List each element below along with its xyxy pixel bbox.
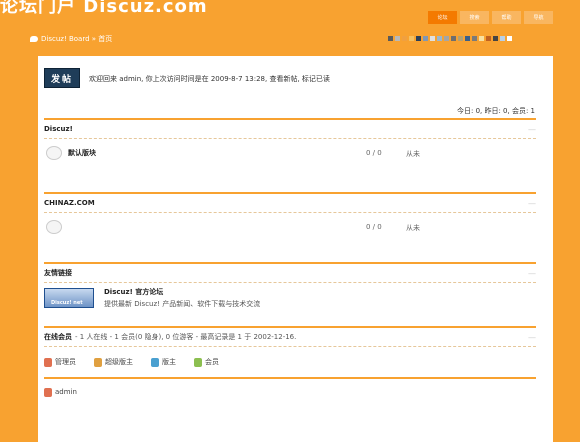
style-swatch[interactable] (409, 36, 414, 41)
category-chinaz: CHINAZ.COM — 0 / 0 从未 (44, 192, 536, 241)
legend-super-moderator: 超级版主 (94, 357, 133, 367)
forum-counts: 0 / 0 (366, 223, 382, 231)
style-swatch[interactable] (423, 36, 428, 41)
links-header: 友情链接 — (44, 264, 536, 282)
style-swatch[interactable] (451, 36, 456, 41)
online-summary: - 1 人在线 - 1 会员(0 隐身), 0 位游客 - 最高记录是 1 于 … (75, 333, 297, 341)
user-icon (151, 357, 159, 367)
style-switcher (388, 36, 512, 41)
main-panel: 发帖 欢迎回来 admin, 你上次访问时间是在 2009-8-7 13:28,… (38, 56, 553, 442)
forum-name[interactable]: 默认版块 (68, 148, 96, 158)
style-swatch[interactable] (479, 36, 484, 41)
category-header: CHINAZ.COM — (44, 194, 536, 212)
top-navigation: 论坛 搜索 帮助 导航 (428, 11, 553, 24)
breadcrumb-text[interactable]: Discuz! Board » 首页 (41, 34, 112, 44)
style-swatch[interactable] (458, 36, 463, 41)
style-swatch[interactable] (444, 36, 449, 41)
collapse-icon[interactable]: — (528, 269, 536, 278)
member-legend: 管理员 超级版主 版主 会员 (44, 353, 536, 371)
legend-admin: 管理员 (44, 357, 76, 367)
forum-counts: 0 / 0 (366, 149, 382, 157)
category-header: Discuz! — (44, 120, 536, 138)
forum-last-post: 从未 (406, 224, 420, 232)
link-title[interactable]: Discuz! 官方论坛 (104, 287, 260, 297)
style-swatch[interactable] (402, 36, 407, 41)
style-swatch[interactable] (465, 36, 470, 41)
collapse-icon[interactable]: — (528, 199, 536, 208)
style-swatch[interactable] (388, 36, 393, 41)
divider (44, 346, 536, 347)
style-swatch[interactable] (493, 36, 498, 41)
category-discuz: Discuz! — 默认版块 0 / 0 从未 (44, 118, 536, 167)
user-icon (94, 357, 102, 367)
new-post-button[interactable]: 发帖 (44, 68, 80, 88)
online-user[interactable]: admin (44, 387, 77, 397)
style-swatch[interactable] (395, 36, 400, 41)
category-title[interactable]: Discuz! (44, 125, 73, 133)
forum-stats: 今日: 0, 昨日: 0, 会员: 1 (456, 107, 535, 115)
nav-item-navigation[interactable]: 导航 (524, 11, 553, 24)
online-title: 在线会员 (44, 333, 72, 341)
legend-moderator: 版主 (151, 357, 176, 367)
divider (44, 377, 536, 379)
legend-label: 会员 (205, 358, 219, 366)
style-swatch[interactable] (472, 36, 477, 41)
speech-bubble-icon (30, 36, 38, 42)
legend-label: 超级版主 (105, 358, 133, 366)
style-swatch[interactable] (430, 36, 435, 41)
legend-label: 版主 (162, 358, 176, 366)
link-item: Discuz! net Discuz! 官方论坛 提供最新 Discuz! 产品… (44, 283, 536, 313)
collapse-icon[interactable]: — (528, 125, 536, 134)
friend-links: 友情链接 — Discuz! net Discuz! 官方论坛 提供最新 Dis… (44, 262, 536, 313)
nav-item-search[interactable]: 搜索 (460, 11, 489, 24)
online-members: 在线会员 - 1 人在线 - 1 会员(0 隐身), 0 位游客 - 最高记录是… (44, 326, 536, 401)
category-title[interactable]: CHINAZ.COM (44, 199, 95, 207)
style-swatch[interactable] (416, 36, 421, 41)
online-user-name[interactable]: admin (55, 388, 77, 396)
link-text: Discuz! 官方论坛 提供最新 Discuz! 产品新闻、软件下载与技术交流 (104, 287, 260, 309)
online-header: 在线会员 - 1 人在线 - 1 会员(0 隐身), 0 位游客 - 最高记录是… (44, 328, 536, 346)
site-logo[interactable]: 论坛门户 Discuz.com (0, 0, 208, 18)
collapse-icon[interactable]: — (528, 333, 536, 342)
breadcrumb: Discuz! Board » 首页 (30, 34, 112, 44)
style-swatch[interactable] (486, 36, 491, 41)
style-swatch[interactable] (507, 36, 512, 41)
user-icon (194, 357, 202, 367)
link-description: 提供最新 Discuz! 产品新闻、软件下载与技术交流 (104, 300, 261, 308)
forum-last-post: 从未 (406, 150, 420, 158)
legend-label: 管理员 (55, 358, 76, 366)
forum-row: 默认版块 0 / 0 从未 (44, 139, 536, 167)
links-title: 友情链接 (44, 269, 72, 277)
forum-row: 0 / 0 从未 (44, 213, 536, 241)
style-swatch[interactable] (500, 36, 505, 41)
style-swatch[interactable] (437, 36, 442, 41)
welcome-message: 欢迎回来 admin, 你上次访问时间是在 2009-8-7 13:28, 查看… (89, 75, 330, 83)
legend-member: 会员 (194, 357, 219, 367)
forum-status-icon (46, 220, 62, 234)
partner-logo[interactable]: Discuz! net (44, 288, 94, 308)
user-icon (44, 387, 52, 397)
online-user-list: admin (44, 383, 536, 401)
nav-item-forum[interactable]: 论坛 (428, 11, 457, 24)
user-icon (44, 357, 52, 367)
forum-status-icon (46, 146, 62, 160)
nav-item-help[interactable]: 帮助 (492, 11, 521, 24)
